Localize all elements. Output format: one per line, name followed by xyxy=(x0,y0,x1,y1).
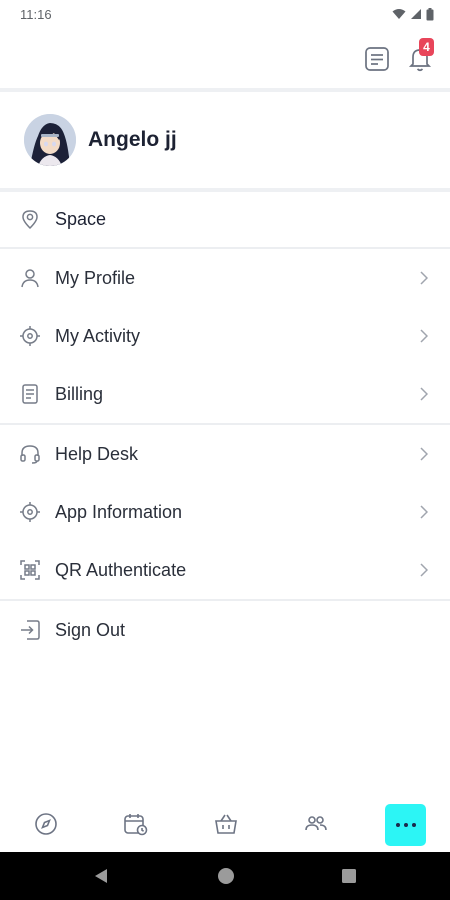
bottom-nav xyxy=(0,796,450,852)
chevron-right-icon xyxy=(418,563,430,577)
avatar xyxy=(24,114,76,166)
document-list-icon xyxy=(365,47,389,71)
user-icon xyxy=(18,266,42,290)
chevron-right-icon xyxy=(418,505,430,519)
chevron-right-icon xyxy=(418,329,430,343)
menu-label-billing: Billing xyxy=(55,383,104,404)
menu-item-billing[interactable]: Billing xyxy=(0,366,450,422)
home-button[interactable] xyxy=(211,852,241,900)
menu-label-my-profile: My Profile xyxy=(55,267,136,288)
chevron-right-icon xyxy=(418,271,430,285)
divider xyxy=(0,423,450,425)
chevron-right-icon xyxy=(418,387,430,401)
headset-icon xyxy=(18,442,42,466)
receipt-icon xyxy=(18,382,42,406)
menu-item-sign-out[interactable]: Sign Out xyxy=(0,602,450,658)
calendar-clock-icon xyxy=(124,814,148,836)
divider xyxy=(0,599,450,601)
home-circle-icon xyxy=(218,868,234,884)
notification-button[interactable]: 4 xyxy=(402,38,438,76)
profile-header[interactable]: Angelo jj xyxy=(0,92,450,188)
back-triangle-icon xyxy=(95,869,107,883)
menu-item-my-profile[interactable]: My Profile xyxy=(0,250,450,306)
menu-label-app-information: App Information xyxy=(55,501,183,522)
menu-label-sign-out: Sign Out xyxy=(55,619,126,640)
qr-code-icon xyxy=(18,558,42,582)
status-bar: 11:16 xyxy=(0,0,450,28)
nav-more-button[interactable] xyxy=(385,804,426,846)
menu-item-my-activity[interactable]: My Activity xyxy=(0,308,450,364)
chevron-right-icon xyxy=(418,447,430,461)
location-pin-icon xyxy=(18,207,42,231)
people-icon xyxy=(305,816,327,831)
more-icon-dot xyxy=(411,823,416,827)
compass-icon xyxy=(35,813,57,835)
menu-label-space: Space xyxy=(55,208,107,229)
divider xyxy=(0,247,450,249)
nav-people[interactable] xyxy=(294,796,338,852)
menu-item-app-information[interactable]: App Information xyxy=(0,484,450,540)
signal-icon xyxy=(411,9,421,19)
menu-label-my-activity: My Activity xyxy=(55,325,141,346)
notification-badge: 4 xyxy=(419,38,434,56)
menu-item-space[interactable]: Space xyxy=(0,191,450,247)
nav-calendar[interactable] xyxy=(114,796,158,852)
recents-button[interactable] xyxy=(334,852,364,900)
menu-item-help-desk[interactable]: Help Desk xyxy=(0,426,450,482)
status-icons xyxy=(392,7,434,21)
basket-icon xyxy=(215,814,237,834)
wifi-icon xyxy=(392,9,406,19)
nav-explore[interactable] xyxy=(24,796,68,852)
back-button[interactable] xyxy=(86,852,116,900)
crosshair-icon xyxy=(18,324,42,348)
sign-out-icon xyxy=(18,618,42,642)
crosshair-icon xyxy=(18,500,42,524)
more-icon-dot xyxy=(403,823,408,827)
more-icon xyxy=(395,823,400,827)
menu-label-qr-authenticate: QR Authenticate xyxy=(55,559,187,580)
top-bar: 4 xyxy=(0,28,450,88)
recents-square-icon xyxy=(342,869,356,883)
menu-item-qr-authenticate[interactable]: QR Authenticate xyxy=(0,542,450,598)
battery-icon xyxy=(426,7,434,20)
menu-label-help-desk: Help Desk xyxy=(55,443,139,464)
status-time: 11:16 xyxy=(20,6,52,22)
nav-basket[interactable] xyxy=(204,796,248,852)
android-nav-bar xyxy=(0,852,450,900)
document-button[interactable] xyxy=(360,42,394,76)
user-name: Angelo jj xyxy=(88,128,177,151)
